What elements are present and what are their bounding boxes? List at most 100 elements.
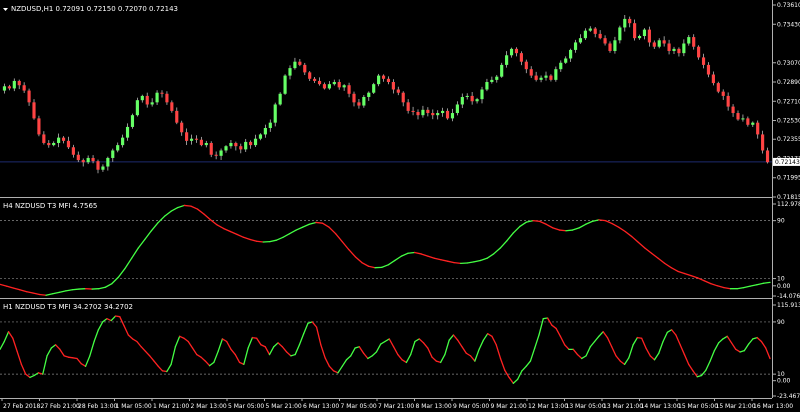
- candle-body: [199, 139, 203, 146]
- candle-body: [180, 122, 184, 133]
- candle-body: [219, 150, 223, 156]
- time-tick-label: 13 Mar 21:00: [603, 403, 643, 410]
- time-tick-label: 13 Mar 05:00: [566, 403, 606, 410]
- candle-body: [101, 166, 105, 170]
- candle-body: [66, 140, 71, 148]
- candle-body: [396, 89, 400, 93]
- candle-body: [278, 93, 282, 105]
- candle-body: [573, 42, 578, 50]
- candle-body: [96, 161, 100, 170]
- candle-body: [736, 113, 740, 120]
- time-tick-label: 9 Mar 21:00: [491, 403, 527, 410]
- time-tick-label: 28 Feb 13:00: [78, 403, 118, 410]
- candle-body: [475, 99, 479, 102]
- indicator-tick-label: 0.00: [777, 283, 791, 290]
- candle-body: [495, 76, 499, 80]
- candle-body: [431, 113, 435, 116]
- candle-body: [549, 75, 553, 80]
- candle-body: [426, 109, 430, 114]
- candle-body: [372, 84, 376, 93]
- candle-body: [194, 138, 199, 140]
- candle-body: [697, 46, 701, 58]
- candle-body: [441, 110, 445, 114]
- price-tick-label: 0.72355: [777, 136, 800, 143]
- candle-body: [165, 93, 169, 103]
- candle-body: [76, 154, 80, 161]
- candle-body: [480, 89, 484, 100]
- candle-body: [52, 142, 56, 146]
- current-price-label: 0.72143: [775, 159, 800, 166]
- candle-body: [603, 38, 607, 44]
- candle-body: [12, 80, 16, 89]
- candle-body: [637, 36, 642, 39]
- time-tick-label: 8 Mar 13:00: [416, 403, 452, 410]
- candle-body: [185, 132, 189, 141]
- candle-body: [229, 142, 233, 147]
- indicator-tick-label: 0.00: [777, 378, 791, 385]
- candle-body: [239, 146, 243, 150]
- candle-body: [377, 75, 381, 85]
- candle-body: [692, 37, 696, 47]
- candle-body: [342, 85, 346, 88]
- candle-body: [509, 48, 514, 56]
- candle-body: [27, 90, 31, 103]
- candle-body: [682, 43, 686, 54]
- candle-body: [160, 92, 164, 94]
- candle-body: [347, 85, 351, 94]
- candle-body: [470, 95, 474, 102]
- indicator-segment: [453, 261, 462, 265]
- candle-body: [308, 72, 312, 79]
- indicator-tick-label: 115.9137: [777, 302, 800, 309]
- candle-body: [564, 58, 568, 63]
- indicator-tick-label: 90: [777, 319, 785, 326]
- price-pane-title: NZDUSD,H1 0.72091 0.72150 0.72070 0.7214…: [11, 5, 178, 13]
- candle-body: [7, 86, 11, 89]
- candle-body: [687, 37, 691, 44]
- candle-body: [628, 18, 632, 24]
- candle-body: [672, 48, 676, 51]
- price-tick-label: 0.72530: [777, 118, 800, 125]
- candle-body: [455, 104, 459, 114]
- candle-body: [209, 142, 213, 155]
- time-tick-label: 27 Feb 21:00: [41, 403, 81, 410]
- candle-body: [130, 115, 135, 127]
- trading-chart[interactable]: NZDUSD,H1 0.72091 0.72150 0.72070 0.7214…: [0, 0, 800, 412]
- candle-body: [436, 113, 440, 116]
- candle-body: [721, 91, 725, 96]
- time-tick-label: 1 Mar 05:00: [116, 403, 152, 410]
- candle-body: [751, 122, 755, 125]
- candle-body: [608, 43, 612, 51]
- candle-body: [116, 145, 120, 151]
- candle-body: [303, 64, 307, 73]
- candle-body: [588, 28, 592, 31]
- candle-body: [539, 77, 543, 80]
- candle-body: [598, 33, 602, 39]
- candle-body: [578, 38, 583, 43]
- candle-body: [37, 118, 41, 135]
- candle-body: [145, 95, 149, 105]
- candle-body: [450, 113, 455, 119]
- price-tick-label: 0.73430: [777, 21, 800, 28]
- indicator-segment: [256, 240, 264, 243]
- candle-body: [633, 23, 637, 39]
- candle-body: [81, 160, 85, 163]
- indicator-tick-label: 10: [777, 276, 785, 283]
- candle-body: [500, 64, 504, 77]
- candle-body: [460, 96, 464, 105]
- candle-body: [362, 96, 366, 106]
- candle-body: [652, 42, 656, 47]
- h1-pane-title: H1 NZDUSD T3 MFI 34.2702 34.2702: [3, 303, 133, 311]
- candle-body: [71, 147, 75, 155]
- indicator-segment: [532, 219, 541, 223]
- candle-body: [367, 92, 371, 97]
- candle-body: [170, 102, 174, 111]
- candle-body: [465, 95, 469, 97]
- candle-body: [357, 102, 361, 106]
- candle-body: [761, 134, 765, 151]
- candle-body: [155, 92, 159, 103]
- candle-body: [140, 95, 144, 101]
- candle-body: [421, 109, 425, 116]
- time-tick-label: 14 Mar 13:00: [641, 403, 681, 410]
- time-tick-label: 27 Feb 2018: [3, 403, 41, 410]
- candle-body: [61, 137, 66, 141]
